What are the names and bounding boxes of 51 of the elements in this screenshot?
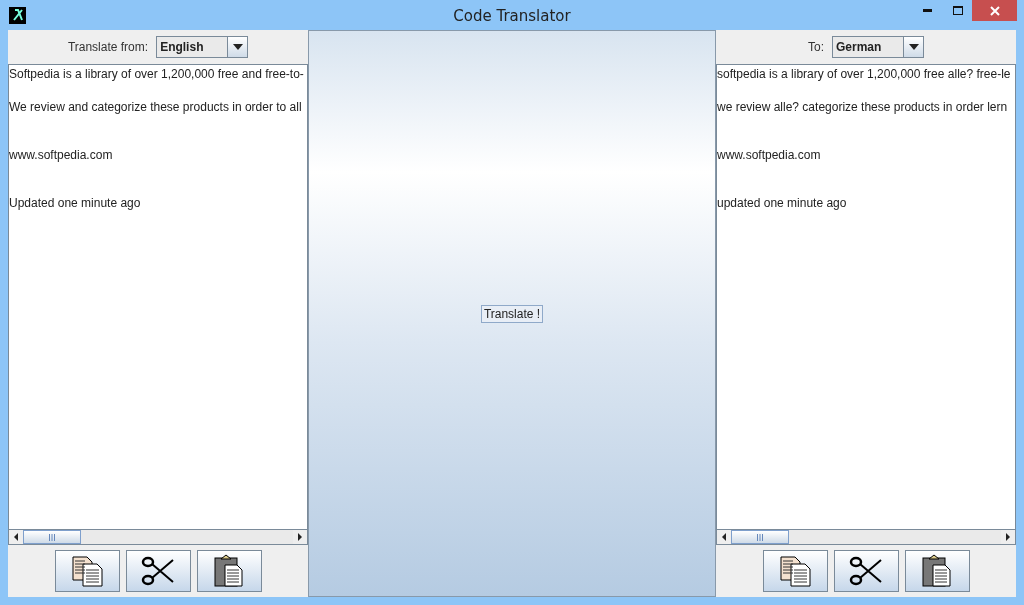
dropdown-button[interactable] [227, 37, 248, 57]
text-line: updated one minute ago [717, 195, 848, 211]
text-line: www.softpedia.com [717, 147, 822, 163]
close-icon [989, 5, 1000, 16]
scroll-thumb[interactable] [731, 530, 789, 544]
scroll-right-button[interactable] [1001, 530, 1015, 544]
left-arrow-icon [14, 533, 18, 541]
copy-button[interactable] [54, 550, 120, 592]
caret-icon [232, 44, 243, 50]
scroll-right-button[interactable] [293, 530, 307, 544]
horizontal-scrollbar[interactable] [716, 530, 1016, 545]
scissors-icon [141, 556, 175, 586]
left-arrow-icon [722, 533, 726, 541]
close-button[interactable] [972, 0, 1017, 21]
text-line: We review and categorize these products in order to all [9, 99, 303, 115]
language-label: Translate from: [67, 40, 149, 54]
documents-icon [778, 554, 812, 588]
grip-icon [49, 533, 55, 541]
text-line: softpedia is a library of over 1,200,000 free alle? free-le [717, 66, 1012, 82]
text-area[interactable]: softpedia is a library of over 1,200,000 free alle? free-le we review alle? categorize these products in order lern www.softpedia.com updated one minute ago [716, 64, 1016, 530]
app-icon [9, 6, 26, 24]
language-dropdown[interactable]: German [832, 36, 924, 58]
dropdown-button[interactable] [903, 37, 923, 57]
paste-button[interactable] [196, 550, 262, 592]
scroll-thumb[interactable] [23, 530, 81, 544]
window-title: Code Translator [453, 7, 571, 25]
cut-button[interactable] [833, 550, 899, 592]
paste-button[interactable] [904, 550, 970, 592]
text-line: we review alle? categorize these products in order lern [717, 99, 1009, 115]
right-arrow-icon [1006, 533, 1010, 541]
right-arrow-icon [298, 533, 302, 541]
scroll-left-button[interactable] [9, 530, 23, 544]
text-area[interactable]: Softpedia is a library of over 1,200,000 free and free-to- We review and categorize these products in order to all www.softpedia.com Updated one minute ago [8, 64, 308, 530]
documents-icon [70, 554, 104, 588]
horizontal-scrollbar[interactable] [8, 530, 308, 545]
grip-icon [757, 533, 763, 541]
clipboard-icon [213, 554, 245, 588]
text-line: Updated one minute ago [9, 195, 142, 211]
scroll-left-button[interactable] [717, 530, 731, 544]
language-label: To: [808, 40, 824, 54]
scissors-icon [849, 556, 883, 586]
copy-button[interactable] [762, 550, 828, 592]
minimize-icon [922, 9, 932, 12]
language-dropdown[interactable]: English [156, 36, 249, 58]
cut-button[interactable] [125, 550, 191, 592]
text-line: Softpedia is a library of over 1,200,000 free and free-to- [9, 66, 305, 82]
maximize-icon [953, 6, 963, 15]
clipboard-icon [921, 554, 953, 588]
caret-icon [908, 44, 919, 50]
text-line: www.softpedia.com [9, 147, 114, 163]
translate-button[interactable]: Translate ! [480, 304, 544, 323]
